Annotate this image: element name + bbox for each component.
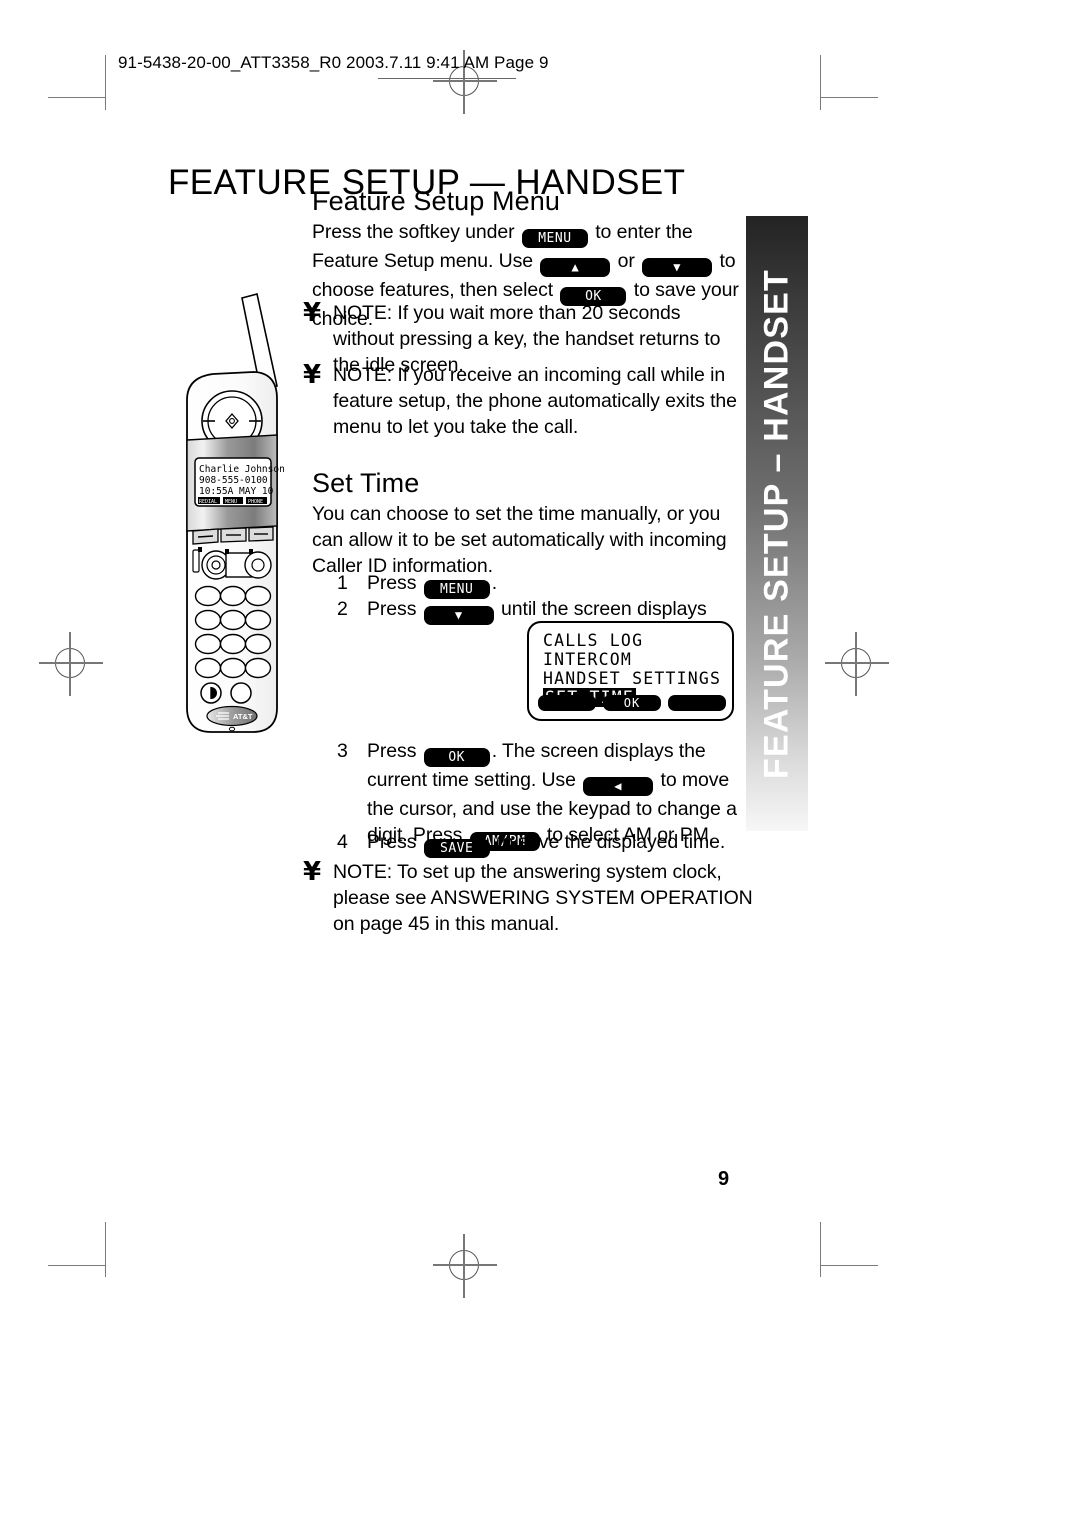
yen-note-icon: ¥ <box>303 857 322 887</box>
crop-mark-bottom-right-vertical <box>820 1222 822 1277</box>
step-2-post: until the screen displays <box>501 598 707 620</box>
svg-text:AT&T: AT&T <box>233 712 253 721</box>
step-4-text: Press SAVE to save the displayed time. <box>367 829 725 858</box>
registration-mark-right <box>825 632 889 696</box>
step-4: 4 Press SAVE to save the displayed time. <box>337 829 757 858</box>
save-key-pill-step4[interactable]: SAVE <box>423 839 490 858</box>
svg-text:10:55A MAY 10: 10:55A MAY 10 <box>199 486 274 497</box>
section-heading-feature-setup-menu: Feature Setup Menu <box>312 186 560 216</box>
lcd-softkey-row: OK <box>538 695 726 711</box>
svg-text:908-555-0100: 908-555-0100 <box>199 475 268 486</box>
step-2-number: 2 <box>337 598 348 620</box>
svg-text:MENU: MENU <box>225 499 237 505</box>
handset-illustration: Charlie Johnson 908-555-0100 10:55A MAY … <box>165 288 315 753</box>
lcd-menu-item-handset-settings[interactable]: HANDSET SETTINGS <box>543 669 732 688</box>
slug-underline <box>378 78 516 79</box>
note-block-incoming-call: ¥ NOTE: If you receive an incoming call … <box>303 362 743 440</box>
down-arrow-key-pill-step2[interactable]: ▼ <box>423 606 494 625</box>
step-3-pre: Press <box>367 740 417 762</box>
up-arrow-key-pill[interactable]: ▲ <box>540 258 611 277</box>
step-1: 1 Press MENU. <box>337 570 757 599</box>
svg-text:Charlie Johnson: Charlie Johnson <box>199 464 285 475</box>
crop-mark-bottom-right-horizontal <box>820 1265 878 1267</box>
lcd-menu-item-intercom[interactable]: INTERCOM <box>543 650 732 669</box>
note-text-incoming-call: NOTE: If you receive an incoming call wh… <box>333 364 737 438</box>
step-4-pre: Press <box>367 831 417 853</box>
registration-mark-left <box>39 632 103 696</box>
lcd-softkey-left[interactable] <box>538 695 596 711</box>
step-1-number: 1 <box>337 572 348 594</box>
step-4-post: to save the displayed time. <box>497 831 726 853</box>
side-tab-label: FEATURE SETUP – HANDSET <box>757 268 796 779</box>
menu-key-pill[interactable]: MENU <box>521 229 588 248</box>
down-arrow-key-pill[interactable]: ▼ <box>642 258 713 277</box>
crop-mark-top-left-horizontal <box>48 97 106 99</box>
step-4-number: 4 <box>337 831 348 853</box>
print-slug-header: 91-5438-20-00_ATT3358_R0 2003.7.11 9:41 … <box>118 53 549 72</box>
crop-mark-top-right-horizontal <box>820 97 878 99</box>
crop-mark-top-right-vertical <box>820 55 822 110</box>
set-time-section: Set Time You can choose to set the time … <box>312 468 750 579</box>
intro-text-3: or <box>617 250 635 272</box>
step-1-pre: Press <box>367 572 417 594</box>
yen-note-icon: ¥ <box>303 298 322 328</box>
step-1-post: . <box>491 572 498 594</box>
lcd-menu-screen: CALLS LOG INTERCOM HANDSET SETTINGS SET … <box>527 621 734 721</box>
step-3-post: . The screen displays the current time s… <box>367 740 706 791</box>
left-arrow-key-pill-step3[interactable]: ◀ <box>583 777 654 796</box>
crop-mark-bottom-left-vertical <box>105 1222 107 1277</box>
intro-text-1: Press the softkey under <box>312 221 515 243</box>
set-time-intro: You can choose to set the time manually,… <box>312 503 727 577</box>
crop-mark-bottom-left-horizontal <box>48 1265 106 1267</box>
step-2-pre: Press <box>367 598 417 620</box>
page-number: 9 <box>718 1168 730 1190</box>
note-block-answering-system-clock: ¥ NOTE: To set up the answering system c… <box>303 859 753 937</box>
ok-key-pill-step3[interactable]: OK <box>423 748 490 767</box>
lcd-softkey-middle-ok[interactable]: OK <box>603 695 661 711</box>
section-heading-set-time: Set Time <box>312 468 420 498</box>
lcd-menu-item-calls-log[interactable]: CALLS LOG <box>543 631 732 650</box>
yen-note-icon: ¥ <box>303 360 322 390</box>
svg-text:REDIAL: REDIAL <box>199 499 217 505</box>
lcd-softkey-right[interactable] <box>668 695 726 711</box>
note-text-answering-system-clock: NOTE: To set up the answering system clo… <box>333 861 753 935</box>
side-thumb-tab: FEATURE SETUP – HANDSET <box>746 216 808 831</box>
registration-mark-bottom <box>433 1234 497 1298</box>
crop-mark-top-left-vertical <box>105 55 107 110</box>
step-1-text: Press MENU. <box>367 570 497 599</box>
svg-text:PHONE: PHONE <box>248 499 263 505</box>
